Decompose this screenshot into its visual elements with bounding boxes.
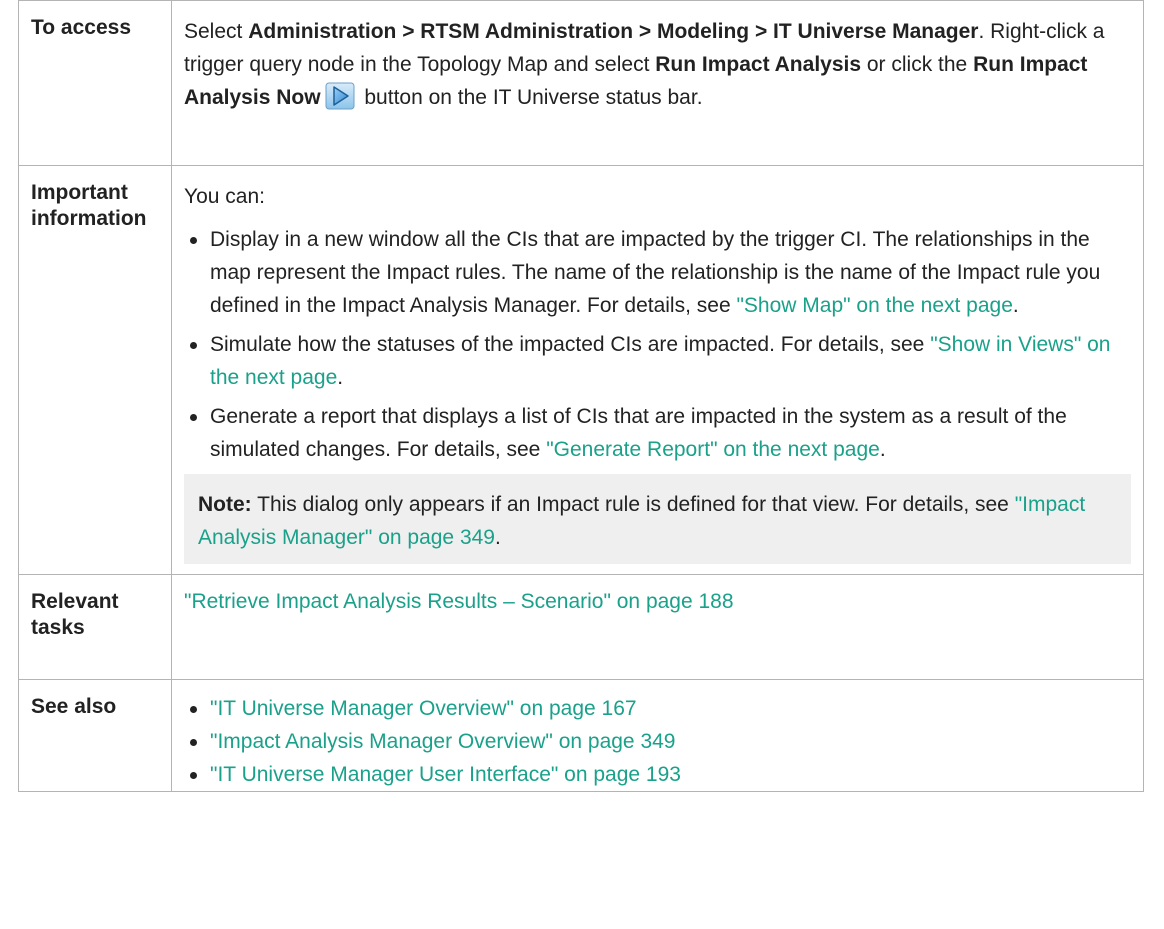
note-box: Note: This dialog only appears if an Imp… xyxy=(184,474,1131,564)
access-text-4: button on the IT Universe status bar. xyxy=(358,86,703,109)
access-text-1: Select xyxy=(184,20,249,43)
bullet-icon xyxy=(190,342,197,349)
it-universe-manager-overview-link[interactable]: "IT Universe Manager Overview" on page 1… xyxy=(210,697,637,720)
list-item: Display in a new window all the CIs that… xyxy=(184,223,1129,322)
list-item: "Impact Analysis Manager Overview" on pa… xyxy=(184,725,1129,758)
row-important-information: Important information You can: Display i… xyxy=(18,165,1144,575)
list-item: "IT Universe Manager Overview" on page 1… xyxy=(184,692,1129,725)
bullet-icon xyxy=(190,706,197,713)
list-item: Simulate how the statuses of the impacte… xyxy=(184,328,1129,394)
generate-report-link[interactable]: "Generate Report" on the next page xyxy=(546,438,880,461)
row-label-important-information: Important information xyxy=(18,165,172,575)
row-label-see-also: See also xyxy=(18,679,172,792)
bullet-icon xyxy=(190,772,197,779)
capability-list: Display in a new window all the CIs that… xyxy=(184,223,1129,466)
bullet-text: Simulate how the statuses of the impacte… xyxy=(210,333,931,356)
reference-table: To access Select Administration > RTSM A… xyxy=(18,0,1144,792)
menu-path: Administration > RTSM Administration > M… xyxy=(248,20,979,43)
access-description: Select Administration > RTSM Administrat… xyxy=(171,0,1144,166)
bullet-icon xyxy=(190,739,197,746)
note-label: Note: xyxy=(198,493,252,516)
relevant-tasks-content: "Retrieve Impact Analysis Results – Scen… xyxy=(171,574,1144,680)
bullet-end: . xyxy=(337,366,344,389)
note-text: This dialog only appears if an Impact ru… xyxy=(251,493,1015,516)
access-text-3: or click the xyxy=(861,53,974,76)
impact-analysis-manager-overview-link[interactable]: "Impact Analysis Manager Overview" on pa… xyxy=(210,730,676,753)
bullet-end: . xyxy=(879,438,886,461)
show-map-link[interactable]: "Show Map" on the next page xyxy=(736,294,1012,317)
run-impact-analysis-command: Run Impact Analysis xyxy=(655,53,862,76)
see-also-list: "IT Universe Manager Overview" on page 1… xyxy=(184,692,1129,791)
row-see-also: See also "IT Universe Manager Overview" … xyxy=(18,679,1144,792)
run-impact-analysis-now-icon xyxy=(325,82,355,110)
important-information-content: You can: Display in a new window all the… xyxy=(171,165,1144,575)
note-end: . xyxy=(494,526,501,549)
retrieve-impact-analysis-results-link[interactable]: "Retrieve Impact Analysis Results – Scen… xyxy=(184,590,734,613)
row-label-relevant-tasks: Relevant tasks xyxy=(18,574,172,680)
list-item: "IT Universe Manager User Interface" on … xyxy=(184,758,1129,791)
bullet-end: . xyxy=(1012,294,1019,317)
bullet-icon xyxy=(190,414,197,421)
see-also-content: "IT Universe Manager Overview" on page 1… xyxy=(171,679,1144,792)
bullet-icon xyxy=(190,237,197,244)
row-to-access: To access Select Administration > RTSM A… xyxy=(18,0,1144,166)
list-item: Generate a report that displays a list o… xyxy=(184,400,1129,466)
it-universe-manager-user-interface-link[interactable]: "IT Universe Manager User Interface" on … xyxy=(210,763,681,786)
row-label-to-access: To access xyxy=(18,0,172,166)
intro-text: You can: xyxy=(184,185,265,208)
row-relevant-tasks: Relevant tasks "Retrieve Impact Analysis… xyxy=(18,574,1144,680)
